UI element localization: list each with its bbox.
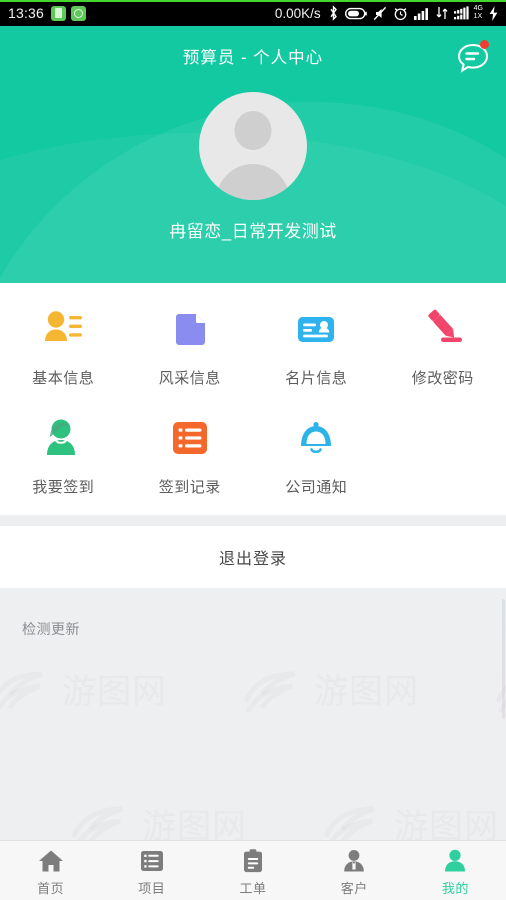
section-divider-2 xyxy=(0,588,506,599)
feature-profile-info[interactable]: 风采信息 xyxy=(127,305,254,388)
section-divider xyxy=(0,515,506,526)
list-record-icon xyxy=(166,414,214,462)
bluetooth-icon xyxy=(330,5,337,21)
feature-company-notice[interactable]: 公司通知 xyxy=(253,414,380,497)
profile-block: 冉留恋_日常开发测试 xyxy=(0,92,506,242)
feature-label: 修改密码 xyxy=(411,370,474,387)
feature-row-2: 我要签到 签到记录 公司通知 xyxy=(0,414,506,497)
feature-label: 我要签到 xyxy=(32,479,95,496)
check-update-label: 检测更新 xyxy=(22,621,80,637)
logout-button[interactable]: 退出登录 xyxy=(0,526,506,588)
feature-label: 签到记录 xyxy=(158,479,221,496)
page-title: 预算员 - 个人中心 xyxy=(182,49,324,67)
bottom-tab-bar: 首页 项目 工单 客户 我的 xyxy=(0,840,506,900)
sign-in-person-icon xyxy=(39,414,87,462)
status-time: 13:36 xyxy=(8,5,45,21)
username: 冉留恋_日常开发测试 xyxy=(169,222,337,241)
customer-person-icon xyxy=(341,848,367,874)
logout-label: 退出登录 xyxy=(218,551,287,568)
network-type-labels: 4G 1X xyxy=(474,5,483,21)
message-button[interactable] xyxy=(454,38,492,76)
alarm-icon xyxy=(394,7,407,20)
network-4g-label: 4G xyxy=(473,5,483,12)
avatar-body-shape xyxy=(216,164,290,200)
battery-app-icon xyxy=(51,5,67,21)
feature-basic-info[interactable]: 基本信息 xyxy=(0,305,127,388)
status-bar: 13:36 0.00K/s 4G 1X xyxy=(0,0,506,26)
title-bar: 预算员 - 个人中心 xyxy=(0,26,506,86)
feature-label: 风采信息 xyxy=(158,370,221,387)
feature-label: 名片信息 xyxy=(285,370,348,387)
scrollbar[interactable] xyxy=(502,599,505,719)
dual-sim-signal-icon: 4G 1X xyxy=(453,5,483,21)
feature-sign-in-records[interactable]: 签到记录 xyxy=(127,414,254,497)
document-icon xyxy=(166,305,214,353)
home-icon xyxy=(38,848,64,874)
tab-profile[interactable]: 我的 xyxy=(405,841,506,900)
network-1x-label: 1X xyxy=(473,13,483,20)
content-area: 基本信息 风采信息 名片信息 修改密码 我要签到 签到记录 公司通知 退出登录 … xyxy=(0,283,506,841)
phone-screen: 13:36 0.00K/s 4G 1X 预算员 - 个人中心 冉留恋_日常开发测… xyxy=(0,0,506,900)
status-icons: 0.00K/s 4G 1X xyxy=(275,5,498,21)
tab-label: 项目 xyxy=(138,880,166,896)
profile-header: 预算员 - 个人中心 冉留恋_日常开发测试 xyxy=(0,26,506,283)
tab-label: 我的 xyxy=(441,880,469,896)
tab-label: 客户 xyxy=(340,880,368,896)
feature-label: 基本信息 xyxy=(32,370,95,387)
tab-home[interactable]: 首页 xyxy=(0,841,101,900)
network-speed-text: 0.00K/s xyxy=(274,5,321,21)
mute-icon xyxy=(373,6,386,20)
tab-label: 首页 xyxy=(37,880,65,896)
work-order-clipboard-icon xyxy=(240,848,266,874)
feature-sign-in[interactable]: 我要签到 xyxy=(0,414,127,497)
check-update-row[interactable]: 检测更新 xyxy=(0,599,506,719)
battery-icon xyxy=(344,7,367,19)
unread-badge-dot xyxy=(480,40,489,49)
project-list-icon xyxy=(139,848,165,874)
tab-work-order[interactable]: 工单 xyxy=(202,841,303,900)
avatar[interactable] xyxy=(199,92,307,200)
tab-customer[interactable]: 客户 xyxy=(304,841,405,900)
feature-row-1: 基本信息 风采信息 名片信息 修改密码 xyxy=(0,305,506,388)
user-info-icon xyxy=(39,305,87,353)
charging-bolt-icon xyxy=(489,5,498,21)
data-transfer-icon xyxy=(436,7,448,19)
emoji-app-icon xyxy=(71,5,87,21)
profile-person-icon xyxy=(442,848,468,874)
feature-business-card[interactable]: 名片信息 xyxy=(253,305,380,388)
business-card-icon xyxy=(292,305,340,353)
feature-empty-slot xyxy=(380,414,506,497)
feature-change-password[interactable]: 修改密码 xyxy=(380,305,506,388)
signal-bars-icon xyxy=(413,7,428,20)
avatar-head-shape xyxy=(234,111,272,150)
tab-project[interactable]: 项目 xyxy=(101,841,202,900)
feature-label: 公司通知 xyxy=(285,479,348,496)
bell-notice-icon xyxy=(292,414,340,462)
tab-label: 工单 xyxy=(239,880,267,896)
feature-grid-panel: 基本信息 风采信息 名片信息 修改密码 我要签到 签到记录 公司通知 xyxy=(0,283,506,515)
pencil-edit-icon xyxy=(419,305,467,353)
